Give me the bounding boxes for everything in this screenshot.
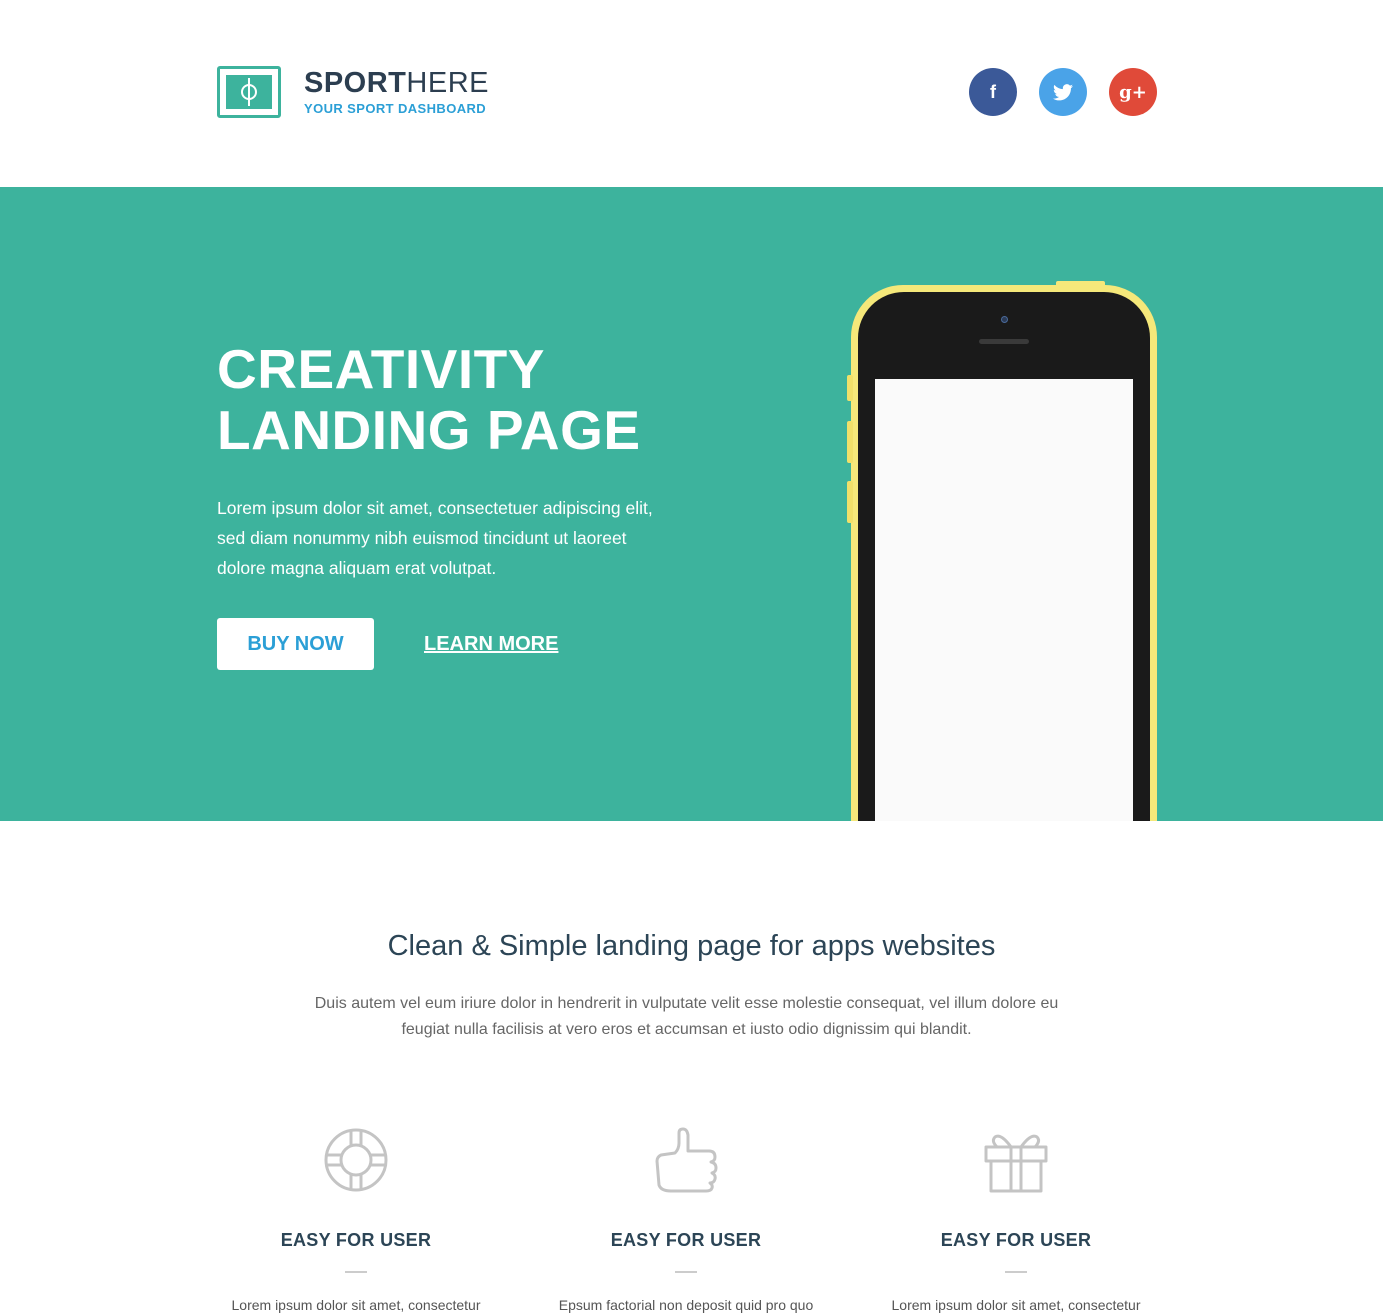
lifebuoy-icon bbox=[324, 1128, 388, 1192]
feature-title: EASY FOR USER bbox=[610, 1230, 762, 1250]
hero-section: CREATIVITY LANDING PAGE Lorem ipsum dolo… bbox=[0, 187, 1383, 821]
feature-divider bbox=[345, 1271, 367, 1273]
phone-volume-up bbox=[847, 421, 853, 463]
hero-description: Lorem ipsum dolor sit amet, consectetuer… bbox=[217, 498, 653, 578]
learn-more-link[interactable]: LEARN MORE bbox=[424, 633, 558, 656]
facebook-button[interactable]: f bbox=[969, 68, 1017, 116]
feature-title: EASY FOR USER bbox=[280, 1230, 432, 1250]
section-description: Duis autem vel eum iriure dolor in hendr… bbox=[314, 995, 1059, 1038]
feature-item: EASY FOR USER Epsum factorial non deposi… bbox=[521, 1125, 851, 1315]
phone-body bbox=[858, 292, 1150, 821]
phone-power-button bbox=[1056, 281, 1105, 287]
section-title: Clean & Simple landing page for apps web… bbox=[387, 930, 996, 962]
header: SPORTHERE YOUR SPORT DASHBOARD f g+ bbox=[0, 0, 1383, 187]
phone-camera bbox=[1001, 316, 1008, 323]
twitter-icon bbox=[1053, 83, 1073, 100]
phone-mute-switch bbox=[847, 375, 853, 401]
feature-text: Lorem ipsum dolor sit amet, consectetur bbox=[891, 1297, 1141, 1313]
feature-divider bbox=[675, 1271, 697, 1273]
phone-mockup bbox=[847, 281, 1157, 821]
brand[interactable]: SPORTHERE YOUR SPORT DASHBOARD bbox=[304, 67, 489, 116]
twitter-button[interactable] bbox=[1039, 68, 1087, 116]
logo-icon[interactable] bbox=[217, 66, 281, 118]
feature-item: EASY FOR USER Lorem ipsum dolor sit amet… bbox=[851, 1125, 1181, 1315]
gift-icon bbox=[984, 1134, 1048, 1193]
phone-screen bbox=[875, 379, 1133, 821]
feature-item: EASY FOR USER Lorem ipsum dolor sit amet… bbox=[191, 1125, 521, 1315]
phone-volume-down bbox=[847, 481, 853, 523]
feature-title: EASY FOR USER bbox=[940, 1230, 1092, 1250]
google-plus-button[interactable]: g+ bbox=[1109, 68, 1157, 116]
hero-title: CREATIVITY LANDING PAGE bbox=[217, 338, 641, 461]
feature-text: Lorem ipsum dolor sit amet, consectetur bbox=[231, 1297, 481, 1313]
brand-name: SPORTHERE bbox=[304, 67, 489, 99]
google-plus-icon: g+ bbox=[1119, 81, 1147, 103]
buy-now-button[interactable]: BUY NOW bbox=[217, 618, 374, 670]
thumbs-up-icon bbox=[655, 1127, 718, 1193]
feature-divider bbox=[1005, 1271, 1027, 1273]
facebook-icon: f bbox=[990, 81, 996, 102]
brand-tagline: YOUR SPORT DASHBOARD bbox=[304, 101, 487, 116]
feature-text: Epsum factorial non deposit quid pro quo bbox=[558, 1297, 814, 1313]
phone-speaker bbox=[979, 339, 1029, 344]
